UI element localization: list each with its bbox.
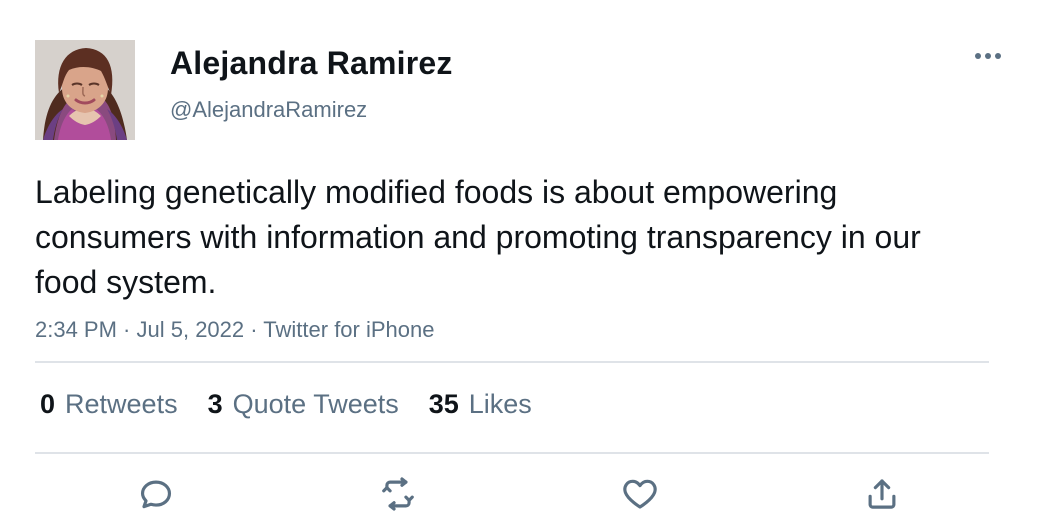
likes-stat[interactable]: 35 Likes: [429, 386, 532, 422]
tweet-stats: 0 Retweets 3 Quote Tweets 35 Likes: [40, 386, 532, 422]
more-options-icon: [975, 53, 1001, 59]
tweet-actions: [0, 470, 1050, 520]
divider-top: [35, 361, 989, 363]
reply-button[interactable]: [136, 474, 176, 514]
author-name[interactable]: Alejandra Ramirez: [170, 44, 453, 82]
author-handle[interactable]: @AlejandraRamirez: [170, 96, 367, 124]
quote-tweets-stat[interactable]: 3 Quote Tweets: [208, 386, 399, 422]
meta-separator: ·: [244, 317, 264, 342]
tweet-card: Alejandra Ramirez @AlejandraRamirez Labe…: [0, 0, 1050, 525]
tweet-meta: 2:34 PM · Jul 5, 2022 · Twitter for iPho…: [35, 316, 434, 344]
comment-icon: [140, 480, 172, 509]
retweet-button[interactable]: [378, 474, 418, 514]
quote-tweets-count: 3: [207, 389, 223, 419]
author-avatar[interactable]: [35, 40, 135, 140]
profile-photo-icon: [35, 40, 135, 140]
retweets-label: Retweets: [65, 389, 178, 419]
quote-tweets-label: Quote Tweets: [232, 389, 399, 419]
more-options-button[interactable]: [970, 44, 1006, 68]
meta-separator: ·: [116, 317, 137, 342]
tweet-time[interactable]: 2:34 PM: [35, 317, 117, 342]
retweets-count: 0: [40, 389, 56, 419]
share-icon: [868, 479, 896, 509]
tweet-source[interactable]: Twitter for iPhone: [263, 317, 434, 342]
tweet-text: Labeling genetically modified foods is a…: [35, 174, 921, 300]
likes-label: Likes: [468, 389, 532, 419]
like-button[interactable]: [620, 474, 660, 514]
divider-bottom: [35, 452, 989, 454]
heart-icon: [623, 479, 657, 509]
likes-count: 35: [428, 389, 459, 419]
share-button[interactable]: [862, 474, 902, 514]
retweets-stat[interactable]: 0 Retweets: [40, 386, 178, 422]
tweet-date[interactable]: Jul 5, 2022: [137, 317, 245, 342]
retweet-icon: [382, 477, 414, 511]
